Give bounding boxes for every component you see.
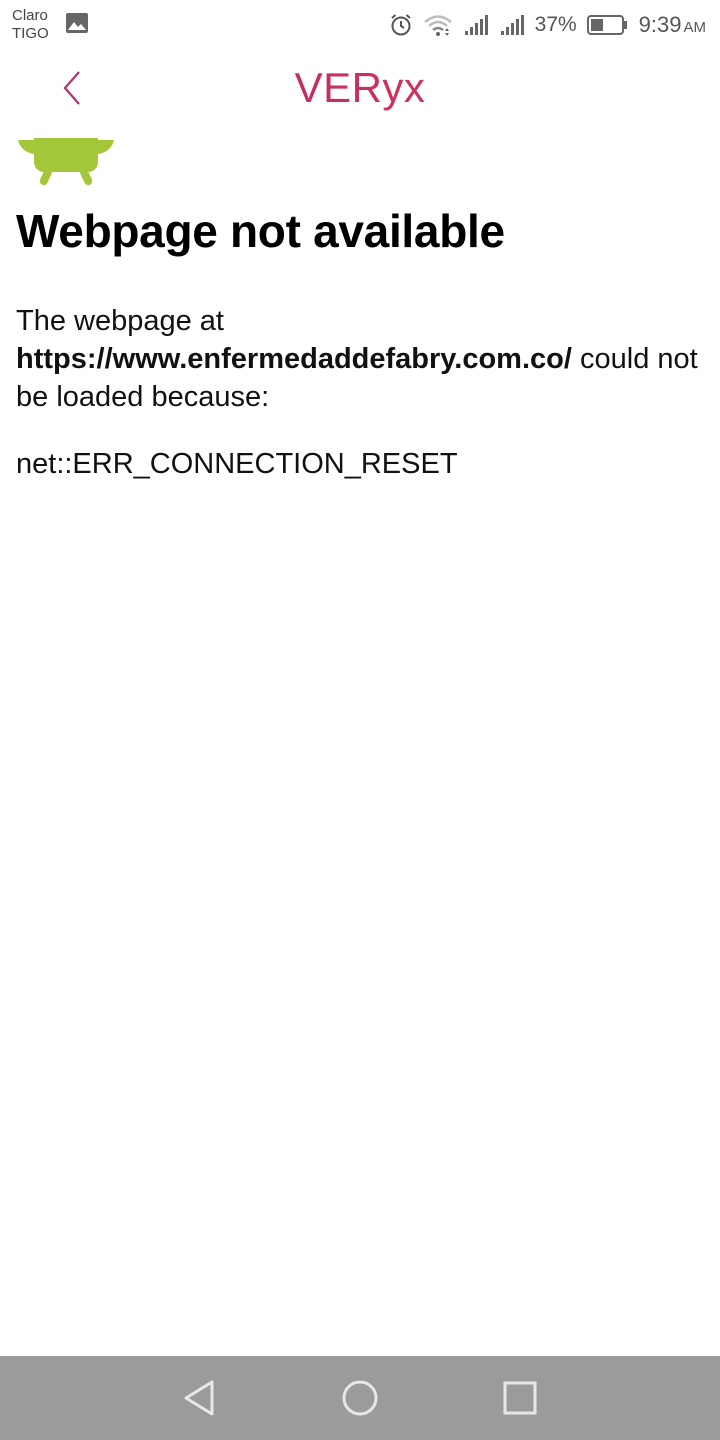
navigation-bar (0, 1356, 720, 1440)
clock-ampm: AM (683, 19, 707, 36)
signal-icon-2 (499, 13, 525, 37)
android-icon (18, 138, 114, 186)
carrier-line-1: Claro (12, 7, 48, 24)
home-icon (342, 1380, 378, 1416)
error-code: net::ERR_CONNECTION_RESET (16, 448, 458, 480)
app-title: VERyx (0, 64, 720, 112)
status-bar: Claro TIGO 37% 9:39 AM (0, 0, 720, 50)
clock: 9:39 AM (639, 12, 706, 38)
screen: Claro TIGO 37% 9:39 AM VERyx Webpage not… (0, 0, 720, 1440)
app-bar: VERyx (0, 50, 720, 130)
status-bar-left: Claro TIGO (12, 7, 89, 43)
gallery-icon (65, 12, 89, 39)
clock-time: 9:39 (638, 12, 682, 37)
error-message: The webpage at https://www.enfermedaddef… (16, 302, 706, 416)
recents-icon (503, 1381, 537, 1415)
error-page: Webpage not available The webpage at htt… (16, 138, 706, 481)
signal-icon (463, 13, 489, 37)
battery-icon (586, 14, 629, 36)
carrier-line-2: TIGO (12, 25, 49, 42)
battery-percent: 37% (534, 13, 577, 36)
alarm-icon (389, 13, 413, 37)
error-message-prefix: The webpage at (16, 305, 224, 337)
carrier-name: Claro TIGO (12, 7, 49, 43)
nav-back-button[interactable] (170, 1368, 230, 1428)
wifi-icon (423, 13, 453, 37)
nav-home-button[interactable] (330, 1368, 390, 1428)
error-title: Webpage not available (16, 205, 505, 257)
error-url: https://www.enfermedaddefabry.com.co/ (16, 343, 572, 375)
status-bar-right: 37% 9:39 AM (389, 12, 706, 38)
nav-recents-button[interactable] (490, 1368, 550, 1428)
back-icon (184, 1380, 214, 1416)
